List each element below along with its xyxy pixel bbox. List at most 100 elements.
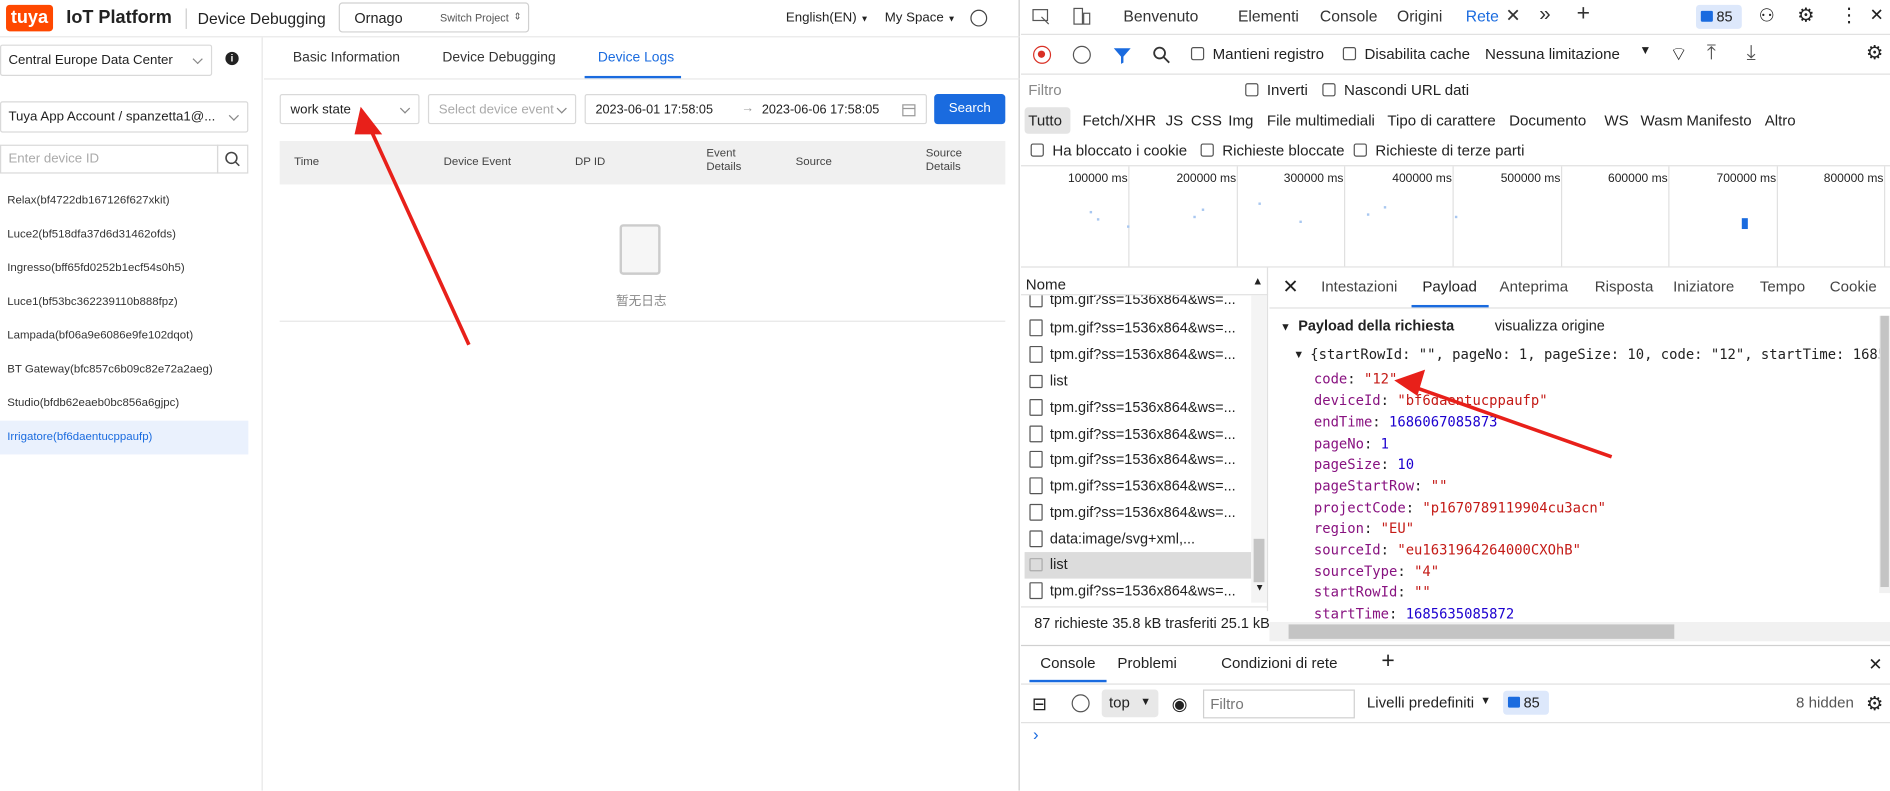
payload-field[interactable]: sourceId: "eu1631964264000CXOhB" bbox=[1314, 541, 1581, 558]
scrollbar-thumb[interactable] bbox=[1880, 315, 1889, 588]
expand-triangle-icon[interactable]: ▼ bbox=[1280, 321, 1291, 333]
payload-summary[interactable]: {startRowId: "", pageNo: 1, pageSize: 10… bbox=[1310, 346, 1886, 363]
hide-data-urls-checkbox[interactable] bbox=[1322, 83, 1336, 97]
request-row[interactable]: tpm.gif?ss=1536x864&ws=... bbox=[1025, 447, 1252, 473]
payload-field[interactable]: pageStartRow: "" bbox=[1314, 477, 1448, 494]
third-party-checkbox[interactable] bbox=[1353, 143, 1367, 157]
detail-tab-initiator[interactable]: Iniziatore bbox=[1673, 278, 1734, 295]
scrollbar-thumb[interactable] bbox=[1288, 624, 1675, 639]
clear-console-icon[interactable] bbox=[1071, 694, 1090, 713]
request-row-selected[interactable]: list bbox=[1024, 552, 1252, 579]
request-row[interactable]: tpm.gif?ss=1536x864&ws=... bbox=[1025, 474, 1252, 500]
device-item[interactable]: Ingresso(bff65fd0252b1ecf54s0h5) bbox=[0, 252, 248, 286]
clear-icon[interactable] bbox=[1072, 45, 1091, 64]
tab-sources[interactable]: Origini bbox=[1397, 7, 1442, 25]
type-filter-ws[interactable]: WS bbox=[1604, 112, 1628, 129]
device-item[interactable]: Luce1(bf53bc362239110b888fpz) bbox=[0, 286, 248, 320]
payload-field[interactable]: sourceType: "4" bbox=[1314, 563, 1439, 580]
type-filter-all[interactable]: Tutto bbox=[1028, 112, 1062, 129]
payload-field[interactable]: endTime: 1686067085873 bbox=[1314, 413, 1498, 430]
datacenter-select[interactable]: Central Europe Data Center bbox=[0, 44, 213, 76]
device-item[interactable]: Lampada(bf06a9e6086e9fe102dqot) bbox=[0, 319, 248, 353]
live-expression-eye-icon[interactable]: ◉ bbox=[1172, 693, 1188, 714]
filter-input[interactable]: Filtro bbox=[1021, 76, 1228, 105]
drawer-tab-console[interactable]: Console bbox=[1040, 655, 1095, 672]
type-filter-wasm[interactable]: Wasm bbox=[1641, 112, 1683, 129]
drawer-tab-issues[interactable]: Problemi bbox=[1117, 655, 1176, 672]
user-avatar-icon[interactable] bbox=[970, 9, 988, 27]
close-drawer-icon[interactable]: ✕ bbox=[1868, 655, 1882, 675]
invert-checkbox[interactable] bbox=[1245, 83, 1259, 97]
blocked-cookies-checkbox[interactable] bbox=[1030, 143, 1044, 157]
device-item[interactable]: Studio(bfdb62eaeb0bc856a6gjpc) bbox=[0, 387, 248, 421]
vertical-scrollbar[interactable] bbox=[1879, 315, 1890, 594]
type-filter-img[interactable]: Img bbox=[1228, 112, 1253, 129]
request-row[interactable]: tpm.gif?ss=1536x864&ws=... bbox=[1025, 395, 1252, 421]
date-range-picker[interactable]: 2023-06-01 17:58:05 → 2023-06-06 17:58:0… bbox=[584, 94, 927, 125]
settings-gear-icon[interactable]: ⚙ bbox=[1797, 4, 1814, 28]
caret-down-icon[interactable]: ▼ bbox=[1639, 45, 1651, 58]
search-button[interactable]: Search bbox=[934, 94, 1006, 125]
device-item[interactable]: Relax(bf4722db167126f627xkit) bbox=[0, 184, 248, 218]
payload-field[interactable]: startRowId: "" bbox=[1314, 583, 1431, 600]
payload-field[interactable]: region: "EU" bbox=[1314, 520, 1414, 537]
request-list-scrollbar[interactable]: ▼ bbox=[1251, 295, 1267, 603]
network-settings-icon[interactable]: ⚙ bbox=[1866, 41, 1883, 65]
network-conditions-icon[interactable]: ⌔ bbox=[1669, 42, 1687, 66]
record-icon[interactable] bbox=[1033, 45, 1052, 64]
detail-tab-headers[interactable]: Intestazioni bbox=[1321, 278, 1397, 295]
customize-icon[interactable]: ⚇ bbox=[1759, 5, 1775, 27]
context-select[interactable]: top ▼ bbox=[1101, 689, 1159, 718]
add-drawer-tab-icon[interactable]: + bbox=[1381, 649, 1394, 676]
device-item[interactable]: BT Gateway(bfc857c6b09c82e72a2aeg) bbox=[0, 353, 248, 387]
close-tab-icon[interactable]: ✕ bbox=[1506, 5, 1521, 27]
detail-tab-response[interactable]: Risposta bbox=[1595, 278, 1654, 295]
payload-field[interactable]: deviceId: "bf6daentucppaufp" bbox=[1314, 392, 1548, 409]
device-search-button[interactable] bbox=[216, 144, 249, 174]
name-column-header[interactable]: Nome bbox=[1026, 276, 1066, 293]
import-har-icon[interactable]: ⤒ bbox=[1707, 41, 1716, 65]
space-selector[interactable]: My Space ▼ bbox=[885, 11, 956, 25]
blocked-requests-checkbox[interactable] bbox=[1200, 143, 1214, 157]
type-filter-js[interactable]: JS bbox=[1166, 112, 1184, 129]
payload-field[interactable]: code: "12" bbox=[1314, 370, 1397, 387]
payload-field[interactable]: startTime: 1685635085872 bbox=[1314, 605, 1514, 622]
detail-tab-preview[interactable]: Anteprima bbox=[1500, 278, 1569, 295]
more-tabs-icon[interactable]: » bbox=[1539, 2, 1550, 26]
request-row[interactable]: tpm.gif?ss=1536x864&ws=... bbox=[1025, 316, 1252, 342]
device-emulation-icon[interactable] bbox=[1072, 7, 1091, 26]
preserve-log-checkbox[interactable] bbox=[1190, 47, 1205, 61]
type-filter-fetch[interactable]: Fetch/XHR bbox=[1082, 112, 1156, 129]
close-devtools-icon[interactable]: ✕ bbox=[1870, 5, 1884, 25]
tab-welcome[interactable]: Benvenuto bbox=[1123, 7, 1198, 25]
scrollbar-thumb[interactable] bbox=[1253, 538, 1265, 583]
device-event-select[interactable]: Select device event bbox=[427, 94, 577, 125]
console-issues-badge[interactable]: 85 bbox=[1503, 690, 1549, 715]
view-source-link[interactable]: visualizza origine bbox=[1495, 317, 1605, 334]
expand-triangle-icon[interactable]: ▼ bbox=[1293, 348, 1304, 360]
tab-network[interactable]: Rete bbox=[1466, 7, 1499, 25]
tuya-logo[interactable]: tuya bbox=[6, 4, 53, 32]
detail-tab-timing[interactable]: Tempo bbox=[1760, 278, 1805, 295]
scroll-down-icon[interactable]: ▼ bbox=[1255, 582, 1265, 593]
export-har-icon[interactable]: ⤓ bbox=[1747, 41, 1756, 65]
request-row[interactable]: data:image/svg+xml,... bbox=[1025, 527, 1252, 553]
device-item-selected[interactable]: Irrigatore(bf6daentucppaufp) bbox=[0, 420, 249, 455]
search-icon[interactable] bbox=[1152, 46, 1171, 65]
console-prompt[interactable]: › bbox=[1033, 724, 1039, 743]
horizontal-scrollbar[interactable] bbox=[1269, 621, 1890, 642]
close-detail-icon[interactable]: ✕ bbox=[1283, 275, 1299, 299]
type-filter-other[interactable]: Altro bbox=[1765, 112, 1796, 129]
payload-field[interactable]: pageSize: 10 bbox=[1314, 456, 1414, 473]
inspect-element-icon[interactable] bbox=[1032, 7, 1051, 26]
type-filter-doc[interactable]: Documento bbox=[1509, 112, 1586, 129]
request-row[interactable]: tpm.gif?ss=1536x864&ws=... bbox=[1025, 579, 1252, 605]
account-select[interactable]: Tuya App Account / spanzetta1@... bbox=[0, 101, 249, 133]
type-filter-media[interactable]: File multimediali bbox=[1267, 112, 1375, 129]
type-filter-manifest[interactable]: Manifesto bbox=[1686, 112, 1751, 129]
payload-field[interactable]: projectCode: "p1670789119904cu3acn" bbox=[1314, 499, 1606, 516]
request-row[interactable]: list bbox=[1025, 369, 1252, 395]
tab-console[interactable]: Console bbox=[1320, 7, 1378, 25]
detail-tab-payload[interactable]: Payload bbox=[1422, 278, 1476, 295]
log-levels-select[interactable]: Livelli predefiniti bbox=[1367, 694, 1474, 711]
